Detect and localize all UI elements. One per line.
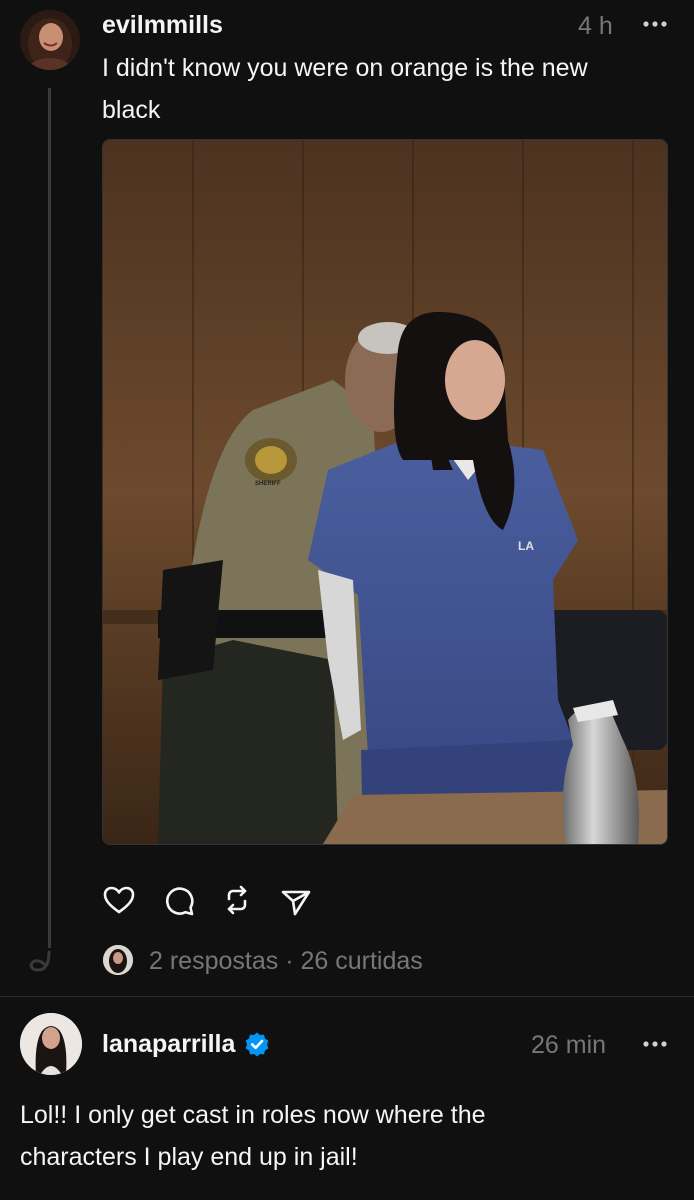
divider xyxy=(0,996,694,997)
reply-username[interactable]: lanaparrilla xyxy=(102,1030,235,1059)
post-stats[interactable]: 2 respostas · 26 curtidas xyxy=(149,947,423,976)
send-icon[interactable] xyxy=(279,884,313,918)
post-text: I didn't know you were on orange is the … xyxy=(102,54,588,124)
thread-loop-icon xyxy=(26,950,56,976)
post-photo[interactable]: LA SHERIFF xyxy=(102,139,668,845)
more-icon[interactable] xyxy=(641,14,671,34)
post-time: 4 h xyxy=(578,12,613,40)
replies-count[interactable]: 2 respostas xyxy=(149,947,278,975)
repost-icon[interactable] xyxy=(220,883,254,917)
comment-icon[interactable] xyxy=(162,884,196,918)
scrubs-badge-text: LA xyxy=(518,539,534,553)
post-username[interactable]: evilmmills xyxy=(102,11,223,40)
reply-text: Lol!! I only get cast in roles now where… xyxy=(20,1101,486,1171)
reply-avatar[interactable] xyxy=(20,1013,82,1075)
reply-time: 26 min xyxy=(531,1031,607,1059)
stats-separator: · xyxy=(285,947,294,975)
replier-avatar xyxy=(103,945,133,975)
heart-icon[interactable] xyxy=(101,882,137,918)
verified-badge-icon xyxy=(244,1031,270,1057)
likes-count[interactable]: 26 curtidas xyxy=(300,947,422,975)
avatar[interactable] xyxy=(20,10,80,70)
sheriff-patch-text: SHERIFF xyxy=(255,481,281,487)
reply-more-icon[interactable] xyxy=(641,1034,671,1054)
thread-line xyxy=(48,88,51,948)
